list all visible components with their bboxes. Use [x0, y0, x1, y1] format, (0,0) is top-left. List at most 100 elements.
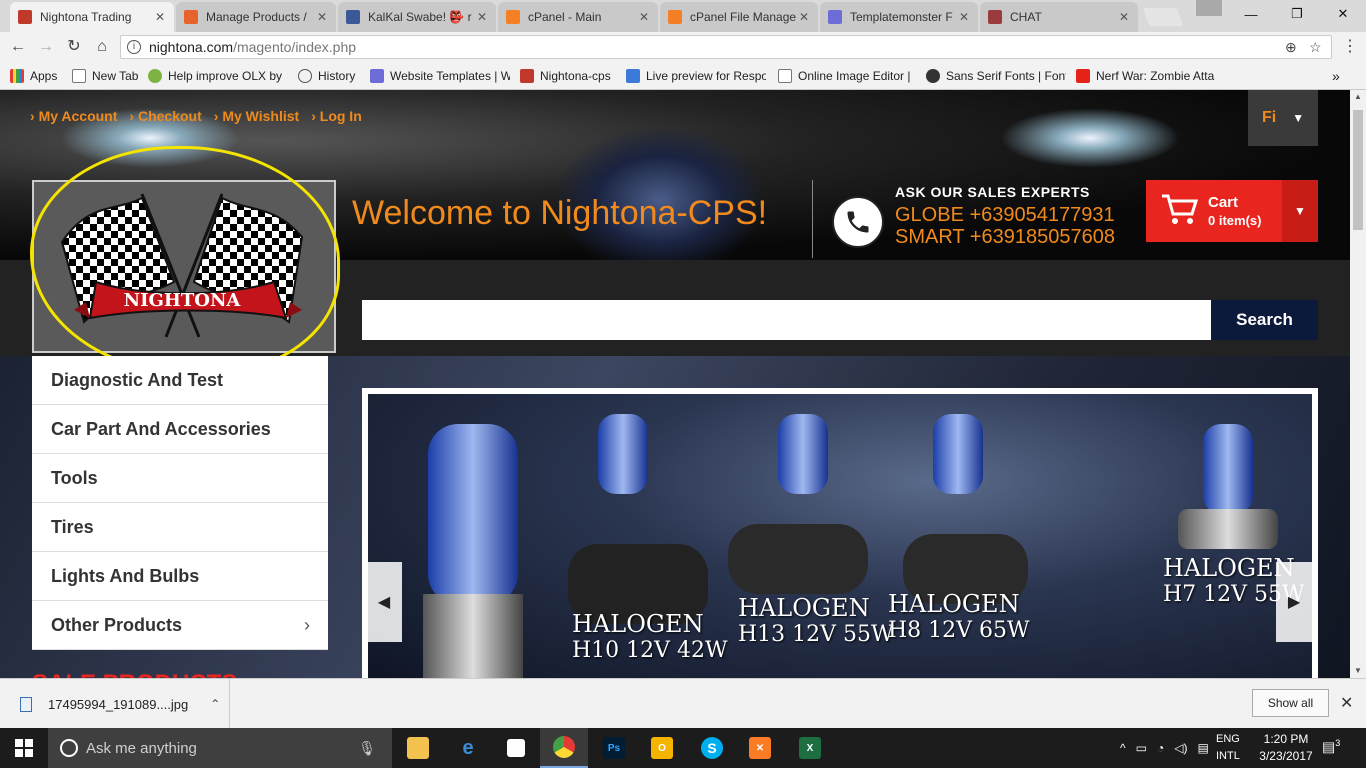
address-bar[interactable]: i nightona.com/magento/index.php ⊕ ☆: [120, 35, 1332, 59]
cart-button[interactable]: Cart 0 item(s) ▼: [1146, 180, 1318, 242]
checkered-flag-icon: [18, 10, 32, 24]
minimize-button[interactable]: —: [1228, 0, 1274, 28]
download-item[interactable]: 17495994_191089....jpg ⌃: [0, 679, 230, 729]
store-icon[interactable]: [492, 728, 540, 768]
close-icon[interactable]: ✕: [316, 10, 328, 24]
scroll-up-icon[interactable]: ▲: [1350, 90, 1366, 104]
close-icon[interactable]: ✕: [958, 10, 970, 24]
toolbar: ← → ↻ ⌂ i nightona.com/magento/index.php…: [0, 32, 1366, 62]
file-explorer-icon[interactable]: [394, 728, 442, 768]
templatemonster-icon: [828, 10, 842, 24]
photoshop-icon[interactable]: Ps: [590, 728, 638, 768]
category-lights-and-bulbs[interactable]: Lights And Bulbs: [32, 552, 328, 601]
star-icon[interactable]: ☆: [1309, 36, 1322, 58]
more-bookmarks-icon[interactable]: »: [1332, 67, 1346, 85]
chrome-icon[interactable]: [540, 728, 588, 768]
category-tires[interactable]: Tires: [32, 503, 328, 552]
network-icon[interactable]: ◔: [1157, 741, 1164, 755]
message-icon[interactable]: ▤: [1197, 741, 1208, 755]
home-icon[interactable]: ⌂: [92, 38, 112, 56]
language-selector[interactable]: Fi ▼: [1248, 90, 1318, 146]
chevron-down-icon[interactable]: ▼: [1282, 180, 1318, 242]
bookmark-live-preview[interactable]: Live preview for Respo: [626, 67, 766, 85]
cart-count: 0 item(s): [1208, 213, 1262, 228]
category-other-products[interactable]: Other Products ›: [32, 601, 328, 650]
slider-next-arrow-icon[interactable]: ▶: [1276, 562, 1312, 642]
search-input[interactable]: [362, 300, 1212, 340]
checkout-link[interactable]: Checkout: [129, 108, 202, 124]
category-tools[interactable]: Tools: [32, 454, 328, 503]
apps-grid-icon: [10, 69, 24, 83]
close-icon[interactable]: ✕: [1118, 10, 1130, 24]
bookmark-olx[interactable]: Help improve OLX by: [148, 67, 288, 85]
forward-arrow-icon[interactable]: →: [36, 38, 56, 56]
scrollbar-thumb[interactable]: [1353, 110, 1363, 230]
tab-kalkal[interactable]: KalKal Swabe! 👺 r ✕: [338, 2, 496, 32]
bookmark-sans-serif-fonts[interactable]: Sans Serif Fonts | Font: [926, 67, 1066, 85]
log-in-link[interactable]: Log In: [311, 108, 362, 124]
bookmark-website-templates[interactable]: Website Templates | W: [370, 67, 510, 85]
action-center-icon[interactable]: ▤3: [1322, 738, 1342, 756]
restore-button[interactable]: ❐: [1274, 0, 1320, 28]
slide-halogen-bulbs: HALOGEN H10 12V 42W HALOGEN H13 12V 55W …: [368, 394, 1312, 678]
bookmark-nightona-cps[interactable]: Nightona-cps: [520, 67, 618, 85]
cart-label: Cart: [1208, 194, 1239, 211]
font-icon: [926, 69, 940, 83]
tab-cpanel-main[interactable]: cPanel - Main ✕: [498, 2, 658, 32]
skype-icon[interactable]: S: [688, 728, 736, 768]
chevron-up-icon[interactable]: ^: [1120, 741, 1126, 755]
slider-prev-arrow-icon[interactable]: ◀: [366, 562, 402, 642]
new-tab-button[interactable]: [1142, 8, 1184, 26]
xampp-icon[interactable]: ✕: [736, 728, 784, 768]
bookmark-nerf-war[interactable]: Nerf War: Zombie Atta: [1076, 67, 1216, 85]
close-icon[interactable]: ✕: [798, 10, 810, 24]
search-button[interactable]: Search: [1211, 300, 1318, 340]
shopping-cart-icon: [1160, 192, 1200, 231]
window-close-button[interactable]: ✕: [1320, 0, 1366, 28]
close-icon[interactable]: ✕: [154, 10, 166, 24]
chevron-right-icon: ›: [304, 614, 310, 635]
tab-templatemonster[interactable]: Templatemonster F ✕: [820, 2, 978, 32]
tab-manage-products[interactable]: Manage Products / ✕: [176, 2, 336, 32]
bookmark-history[interactable]: History: [298, 67, 360, 85]
clock[interactable]: 1:20 PM 3/23/2017: [1256, 731, 1316, 765]
close-icon[interactable]: ✕: [1340, 693, 1353, 713]
menu-icon[interactable]: ⋮: [1340, 36, 1360, 56]
my-wishlist-link[interactable]: My Wishlist: [214, 108, 299, 124]
edge-icon[interactable]: e: [444, 728, 492, 768]
scroll-down-icon[interactable]: ▼: [1350, 664, 1366, 678]
windows-start-button[interactable]: [0, 728, 48, 768]
slide-label-h8: HALOGEN H8 12V 65W: [888, 590, 1030, 643]
outlook-icon[interactable]: O: [638, 728, 686, 768]
my-account-link[interactable]: My Account: [30, 108, 118, 124]
bookmark-online-image-editor[interactable]: Online Image Editor |: [778, 67, 912, 85]
chevron-up-icon[interactable]: ⌃: [210, 697, 220, 711]
cortana-search-box[interactable]: Ask me anything 🎙: [48, 728, 392, 768]
language-indicator[interactable]: ENG INTL: [1216, 731, 1240, 765]
slide-label-h13: HALOGEN H13 12V 55W: [738, 594, 894, 647]
tab-chat[interactable]: CHAT ✕: [980, 2, 1138, 32]
info-icon[interactable]: i: [127, 40, 141, 54]
bookmark-new-tab[interactable]: New Tab: [72, 67, 142, 85]
category-car-part-and-accessories[interactable]: Car Part And Accessories: [32, 405, 328, 454]
show-all-button[interactable]: Show all: [1252, 689, 1329, 717]
headlight-image: [1000, 108, 1180, 168]
microphone-icon[interactable]: 🎙: [358, 740, 376, 757]
website: My Account Checkout My Wishlist Log In F…: [0, 90, 1350, 678]
close-icon[interactable]: ✕: [638, 10, 650, 24]
page-scrollbar[interactable]: ▲ ▼: [1350, 90, 1366, 678]
category-diagnostic-and-test[interactable]: Diagnostic And Test: [32, 356, 328, 405]
zoom-icon[interactable]: ⊕: [1285, 36, 1297, 58]
close-icon[interactable]: ✕: [476, 10, 488, 24]
bookmark-apps[interactable]: Apps: [10, 67, 66, 85]
tab-strip: Nightona Trading ✕ Manage Products / ✕ K…: [0, 0, 1366, 32]
excel-icon[interactable]: X: [786, 728, 834, 768]
battery-icon[interactable]: ▭: [1136, 741, 1147, 755]
back-arrow-icon[interactable]: ←: [8, 38, 28, 56]
user-profile-icon[interactable]: [1196, 0, 1222, 16]
facebook-icon: [346, 10, 360, 24]
tab-nightona[interactable]: Nightona Trading ✕: [10, 2, 174, 32]
volume-icon[interactable]: ◁): [1174, 741, 1187, 755]
reload-icon[interactable]: ↻: [64, 38, 84, 56]
tab-cpanel-file-manager[interactable]: cPanel File Manage ✕: [660, 2, 818, 32]
